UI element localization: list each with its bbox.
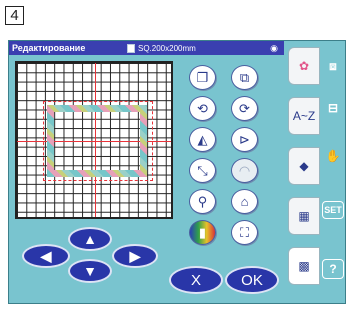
grid-layout-icon: ▦ — [298, 209, 310, 223]
title-bar: Редактирование SQ.200x200mm ◉ — [9, 41, 284, 55]
resize-icon[interactable]: ⤡ — [189, 158, 216, 183]
magnify-icon[interactable]: ⚲ — [189, 189, 216, 214]
flip-vertical-icon[interactable]: ⊳ — [231, 127, 258, 152]
embroidery-icon[interactable]: ⧈ — [322, 53, 344, 79]
delete-icon[interactable]: ⌂ — [231, 189, 258, 214]
step-number-box: 4 — [5, 6, 24, 25]
tab-az-text[interactable]: A~Z — [288, 97, 320, 135]
hoop-icon — [127, 43, 135, 53]
screen-title: Редактирование — [12, 43, 86, 53]
layout-icon[interactable]: ⊟ — [322, 95, 344, 121]
down-arrow-button[interactable]: ▼ — [68, 259, 112, 283]
az-text-icon: A~Z — [292, 109, 316, 123]
ok-button[interactable]: OK — [225, 266, 279, 294]
up-arrow-button[interactable]: ▲ — [68, 227, 112, 251]
tab-grid-layout[interactable]: ▦ — [288, 197, 320, 235]
arc-text-icon: ◠ — [231, 158, 258, 183]
set-icon[interactable]: SET — [322, 201, 344, 219]
step-number: 4 — [10, 7, 19, 24]
wifi-icon: ◉ — [270, 42, 278, 53]
rotate-right-icon[interactable]: ⟳ — [231, 96, 258, 121]
cancel-button[interactable]: X — [169, 266, 223, 294]
right-arrow-button[interactable]: ▶ — [112, 244, 158, 268]
rotate-left-icon[interactable]: ⟲ — [189, 96, 216, 121]
tab-monogram[interactable]: ◆ — [288, 147, 320, 185]
hoop-size-label: SQ.200x200mm — [138, 43, 196, 53]
tab-edit-grid[interactable]: ▩ — [288, 247, 320, 285]
copy-icon[interactable]: ❐ — [189, 65, 216, 90]
help-icon[interactable]: ? — [322, 259, 344, 279]
design-grid[interactable] — [15, 61, 173, 219]
embroidery-design[interactable] — [47, 105, 147, 177]
lcd-screen: Редактирование SQ.200x200mm ◉ ❐ ⧉ ⟲ ⟳ ◭ … — [8, 40, 346, 304]
left-arrow-button[interactable]: ◀ — [22, 244, 70, 268]
flip-horizontal-icon[interactable]: ◭ — [189, 127, 216, 152]
hand-icon[interactable]: ✋ — [322, 143, 344, 169]
duplicate-icon[interactable]: ⧉ — [231, 65, 258, 90]
edit-grid-icon: ▩ — [298, 259, 310, 273]
group-icon[interactable]: ⛶ — [231, 220, 258, 245]
monogram-icon: ◆ — [299, 159, 309, 173]
tab-pattern[interactable]: ✿ — [288, 47, 320, 85]
pattern-icon: ✿ — [298, 59, 310, 73]
color-icon[interactable]: ▮ — [189, 220, 216, 245]
